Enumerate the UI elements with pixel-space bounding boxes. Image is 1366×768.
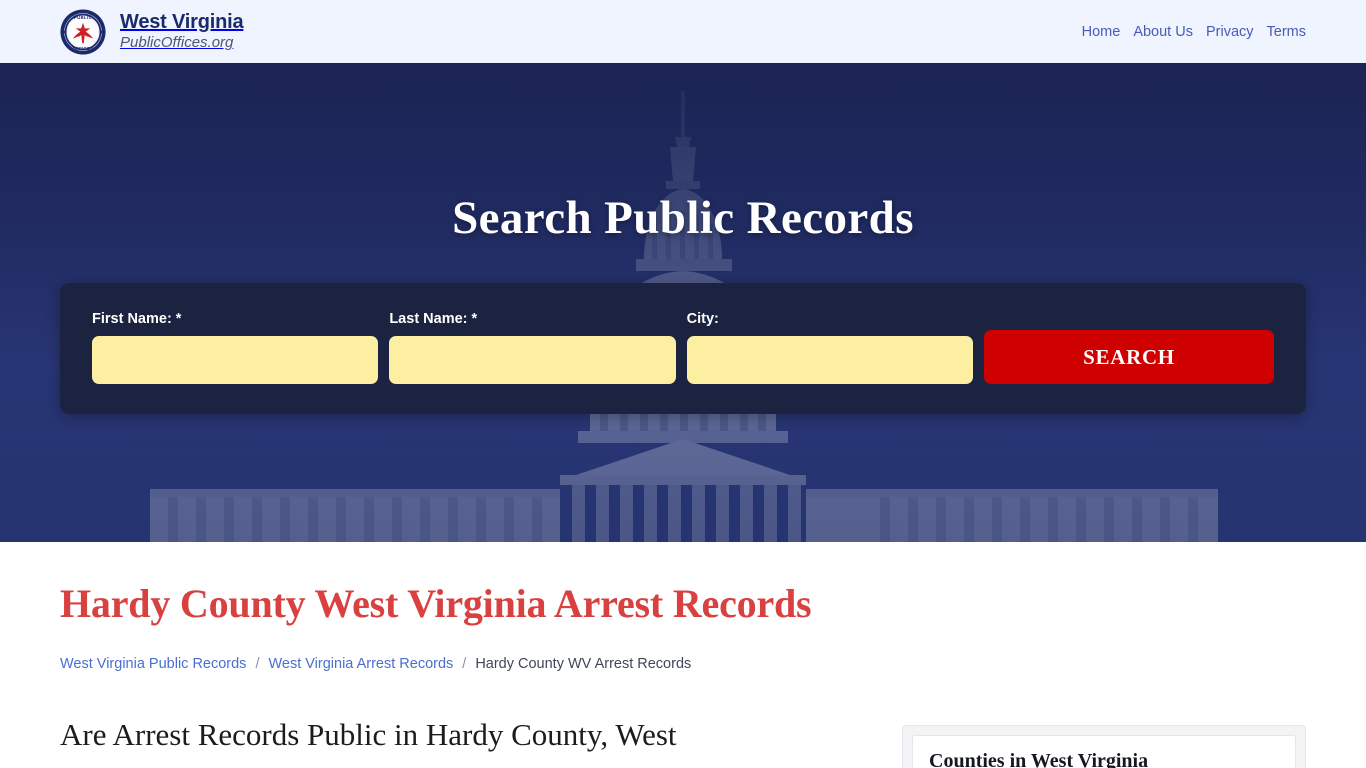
city-label: City: [686,311,719,327]
nav-privacy[interactable]: Privacy [1206,24,1254,40]
counties-sidebar: Counties in West Virginia [902,725,1306,768]
site-header: PUBLIC OFFICES West Virginia PublicOffic… [0,0,1366,63]
city-field: City: [686,311,973,384]
svg-text:OFFICES: OFFICES [72,45,93,50]
city-input[interactable] [686,336,973,384]
last-name-label: Last Name: * [389,311,675,327]
counties-card: Counties in West Virginia [912,735,1296,768]
svg-text:PUBLIC: PUBLIC [74,15,92,20]
last-name-required-asterisk: * [467,311,478,327]
first-name-label: First Name: * [92,311,378,327]
brand-logo-link[interactable]: PUBLIC OFFICES West Virginia PublicOffic… [60,8,244,55]
counties-card-title: Counties in West Virginia [929,750,1149,768]
nav-terms[interactable]: Terms [1267,24,1306,40]
breadcrumb-current: Hardy County WV Arrest Records [475,656,692,672]
breadcrumb-wv-public-records[interactable]: West Virginia Public Records [60,656,246,672]
section-heading: Are Arrest Records Public in Hardy Count… [60,717,677,752]
article-column: Hardy County West Virginia Arrest Record… [60,582,858,755]
main-navigation: Home About Us Privacy Terms [1082,24,1306,40]
brand-title: West Virginia [120,11,244,34]
first-name-label-text: First Name: [92,311,172,327]
nav-about-us[interactable]: About Us [1133,24,1193,40]
breadcrumb: West Virginia Public Records / West Virg… [60,656,858,672]
breadcrumb-wv-arrest-records[interactable]: West Virginia Arrest Records [268,656,453,672]
page-title: Hardy County West Virginia Arrest Record… [60,581,812,626]
search-form: First Name: * Last Name: * City: SEARCH [92,311,1274,384]
public-records-search-panel: First Name: * Last Name: * City: SEARCH [60,283,1306,414]
last-name-label-text: Last Name: [389,311,468,327]
first-name-input[interactable] [92,336,379,384]
search-button[interactable]: SEARCH [983,330,1274,384]
nav-home[interactable]: Home [1082,24,1121,40]
hero-title: Search Public Records [452,192,914,244]
main-content: Hardy County West Virginia Arrest Record… [60,542,1306,768]
last-name-field: Last Name: * [389,311,676,384]
breadcrumb-separator-2: / [462,656,467,672]
breadcrumb-separator-1: / [255,656,260,672]
brand-subtitle: PublicOffices.org [120,34,234,52]
first-name-field: First Name: * [92,311,379,384]
hero-section: Search Public Records First Name: * Last… [0,63,1366,542]
last-name-input[interactable] [389,336,676,384]
public-offices-seal-icon: PUBLIC OFFICES [60,8,106,55]
first-name-required-asterisk: * [171,311,182,327]
